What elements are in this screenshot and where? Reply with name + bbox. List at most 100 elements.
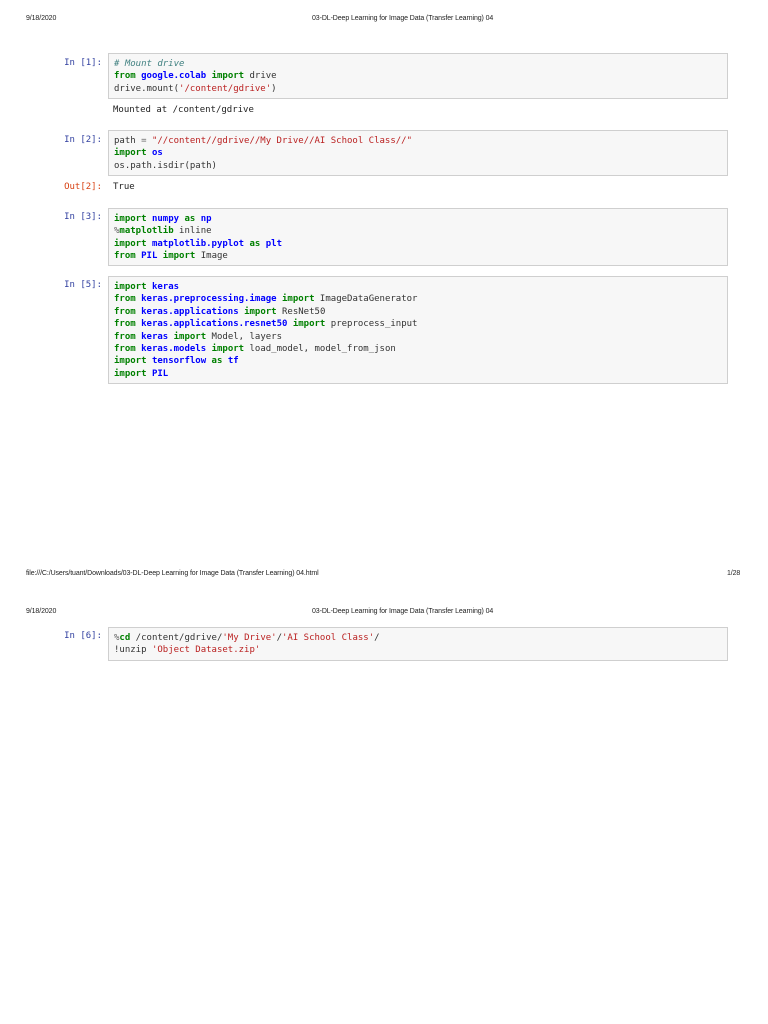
input-prompt: In [6]: (64, 631, 102, 641)
code-token: "//content//gdrive//My Drive//AI School … (151, 136, 413, 146)
print-title: 03-DL-Deep Learning for Image Data (Tran… (312, 15, 494, 22)
code-line: import keras (114, 281, 722, 293)
code-token: keras.preprocessing.image (141, 294, 277, 305)
code-token: import (244, 306, 277, 317)
print-footer-path: file:///C:/Users/tuant/Downloads/03-DL-D… (26, 570, 319, 577)
code-token: ImageDataGenerator (314, 294, 418, 305)
code-cell[interactable]: import numpy as np %matplotlib inline impo… (108, 208, 728, 266)
code-cell[interactable]: path = "//content//gdrive//My Drive//AI … (108, 130, 728, 176)
code-token: plt (265, 238, 283, 249)
code-token: import (162, 251, 196, 262)
code-token: from (114, 71, 136, 82)
code-token: tensorflow (151, 356, 207, 367)
print-date: 9/18/2020 (26, 608, 57, 615)
code-line: import os (114, 147, 722, 159)
print-title: 03-DL-Deep Learning for Image Data (Tran… (312, 608, 494, 615)
code-token: from (114, 251, 136, 262)
code-token: Model, layers (206, 331, 282, 342)
code-token: drive (244, 71, 277, 82)
code-token: matplotlib (119, 226, 174, 237)
code-token: as (211, 356, 223, 367)
code-token: drive.mount( (114, 83, 180, 94)
code-cell[interactable]: # Mount drive from google.colab import dr… (108, 53, 728, 99)
code-token: !unzip (114, 645, 152, 656)
code-token: os (151, 148, 163, 159)
code-line: import matplotlib.pyplot as plt (114, 238, 722, 250)
code-token: load_model, model_from_json (244, 344, 396, 355)
code-line: import numpy as np (114, 213, 722, 225)
code-token: 'Object Dataset.zip' (151, 645, 261, 656)
code-token: preprocess_input (325, 319, 418, 330)
code-token: '/content/gdrive' (179, 83, 272, 94)
code-token: tf (227, 356, 239, 367)
code-line: from keras.applications.resnet50 import … (114, 318, 722, 330)
input-prompt: In [3]: (64, 212, 102, 222)
code-line: from PIL import Image (114, 250, 722, 262)
code-token: import (114, 282, 147, 292)
code-token: path (114, 136, 142, 146)
code-token: ) (271, 83, 277, 94)
code-token: keras.applications.resnet50 (141, 319, 288, 330)
code-token: import (114, 148, 147, 159)
code-cell[interactable]: %cd /content/gdrive/'My Drive'/'AI Schoo… (108, 627, 728, 661)
code-line: %matplotlib inline (114, 225, 722, 237)
code-token: /content/gdrive/ (130, 633, 223, 643)
code-line: %cd /content/gdrive/'My Drive'/'AI Schoo… (114, 632, 722, 644)
code-line: from keras.models import load_model, mod… (114, 343, 722, 355)
code-token: Image (195, 251, 228, 262)
code-token: os.path.isdir(path) (114, 160, 217, 171)
code-token: keras (151, 282, 180, 292)
code-token: as (184, 214, 196, 224)
page-number: 1/28 (727, 570, 741, 577)
cell-output: True (113, 182, 135, 192)
cell-output: Mounted at /content/gdrive (113, 105, 254, 115)
code-token: from (114, 344, 136, 355)
code-token: import (114, 214, 147, 224)
code-token: import (173, 331, 207, 342)
code-line: # Mount drive (114, 58, 722, 70)
code-token: from (114, 294, 136, 305)
code-token: import (114, 368, 147, 379)
code-line: import tensorflow as tf (114, 355, 722, 367)
code-line: from keras import Model, layers (114, 331, 722, 343)
input-prompt: In [5]: (64, 280, 102, 290)
code-line: os.path.isdir(path) (114, 160, 722, 172)
code-token: 'My Drive' (222, 633, 277, 643)
code-token: as (249, 238, 261, 249)
code-token: import (114, 356, 147, 367)
code-token: keras.models (141, 344, 207, 355)
code-token: google.colab (141, 71, 207, 82)
code-line: from keras.applications import ResNet50 (114, 306, 722, 318)
code-token: cd (119, 633, 131, 643)
code-token: import (292, 319, 326, 330)
code-token: keras.applications (141, 306, 239, 317)
code-token: import (282, 294, 315, 305)
input-prompt: In [2]: (64, 135, 102, 145)
code-token: 'AI School Class' (282, 633, 375, 643)
code-token: matplotlib.pyplot (151, 238, 245, 249)
code-token: from (114, 306, 136, 317)
code-token: ResNet50 (276, 306, 326, 317)
code-token: / (374, 633, 380, 643)
code-token: import (211, 71, 245, 82)
notebook-print: 9/18/2020 03-DL-Deep Learning for Image … (0, 0, 768, 1024)
code-token: import (211, 344, 245, 355)
code-token: from (114, 319, 136, 330)
code-token: PIL (151, 368, 169, 379)
input-prompt: In [1]: (64, 58, 102, 68)
code-token: inline (173, 226, 212, 237)
code-line: import PIL (114, 368, 722, 380)
code-token: np (200, 214, 212, 224)
code-token: # Mount drive (114, 59, 185, 69)
code-line: !unzip 'Object Dataset.zip' (114, 644, 722, 656)
code-line: from google.colab import drive (114, 70, 722, 82)
code-token: import (114, 238, 147, 249)
print-date: 9/18/2020 (26, 15, 57, 22)
code-line: drive.mount('/content/gdrive') (114, 83, 722, 95)
code-token: keras (141, 331, 169, 342)
output-prompt: Out[2]: (64, 182, 102, 192)
code-token: PIL (141, 251, 158, 262)
code-cell[interactable]: import keras from keras.preprocessing.ima… (108, 276, 728, 384)
code-line: from keras.preprocessing.image import Im… (114, 293, 722, 305)
code-token: numpy (151, 214, 180, 224)
